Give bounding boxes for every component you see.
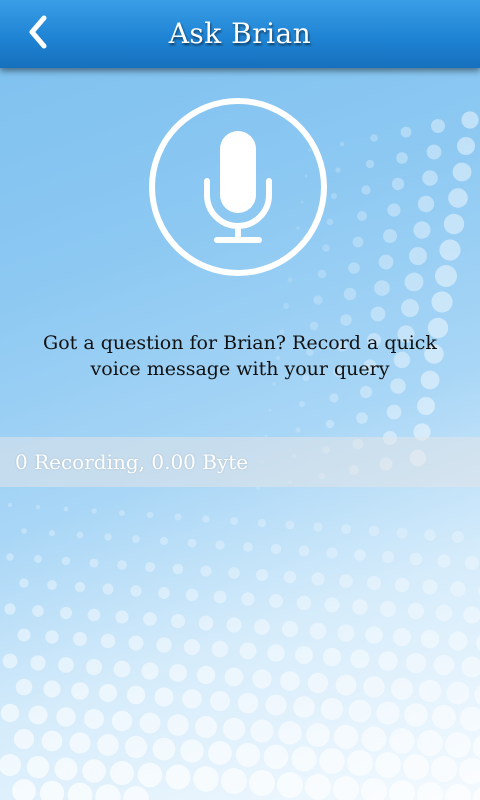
recording-status-bar: 0 Recording, 0.00 Byte xyxy=(0,437,480,487)
page-title: Ask Brian xyxy=(168,17,312,50)
back-button[interactable] xyxy=(22,12,62,56)
recording-status-text: 0 Recording, 0.00 Byte xyxy=(15,450,249,474)
instruction-line-2: voice message with your query xyxy=(90,358,390,380)
chevron-left-icon xyxy=(29,15,47,49)
instruction-text: Got a question for Brian? Record a quick… xyxy=(10,330,470,382)
instruction-line-1: Got a question for Brian? Record a quick xyxy=(43,332,437,354)
microphone-icon xyxy=(149,98,327,276)
app-header: Ask Brian xyxy=(0,0,480,68)
record-button[interactable] xyxy=(143,97,333,277)
